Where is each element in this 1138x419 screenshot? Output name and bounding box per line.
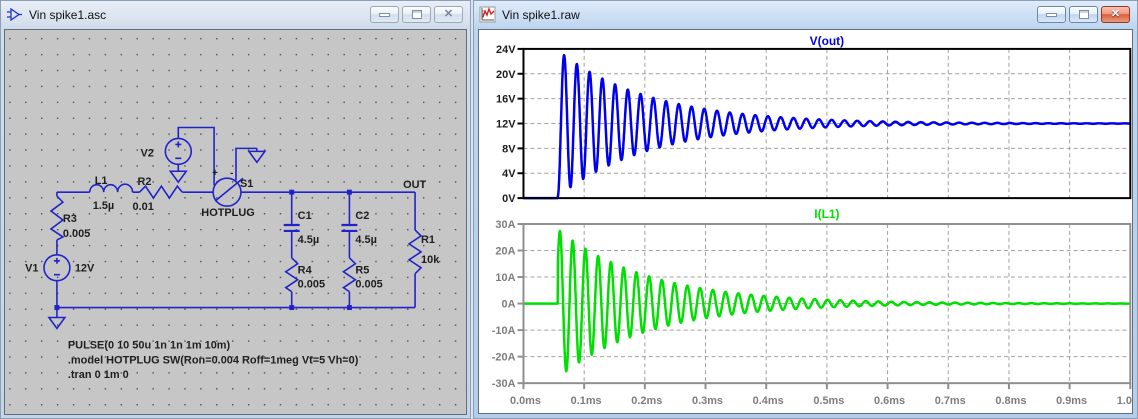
- switch-plus-mark: +: [212, 168, 218, 179]
- waveform-plot-area[interactable]: 24V 20V 16V 12V 8V 4V 0V V(out) 30A 20A 10A 0A -10A -…: [479, 30, 1132, 413]
- minimize-button[interactable]: [370, 6, 399, 23]
- x-tick-label: 0.1ms: [571, 395, 602, 407]
- x-tick-label: 1.0ms: [1117, 395, 1132, 407]
- value-C2: 4.5µ: [355, 234, 377, 246]
- label-S1: S1: [240, 178, 253, 190]
- y-tick-label: 10A: [495, 272, 515, 284]
- value-C1: 4.5µ: [298, 234, 320, 246]
- x-tick-label: 0.6ms: [874, 395, 905, 407]
- spice-directive-tran[interactable]: .tran 0 1m 0: [68, 369, 129, 381]
- y-tick-label: 30A: [495, 219, 515, 231]
- label-V1: V1: [25, 263, 38, 275]
- close-icon: ✕: [444, 9, 453, 20]
- y-tick-label: 20A: [495, 245, 515, 257]
- y-tick-label: -20A: [492, 352, 516, 364]
- restore-button[interactable]: [402, 6, 431, 23]
- minimize-button[interactable]: [1037, 6, 1066, 23]
- close-button[interactable]: ✕: [434, 6, 463, 23]
- y-tick-label: 0V: [502, 193, 516, 205]
- y-tick-label: 12V: [496, 118, 516, 130]
- waveform-window-titlebar[interactable]: Vin spike1.raw ✕: [474, 1, 1137, 28]
- label-R5: R5: [355, 265, 369, 277]
- x-tick-label: 0.0ms: [510, 395, 541, 407]
- y-tick-label: -30A: [492, 378, 516, 390]
- x-tick-label: 0.2ms: [631, 395, 662, 407]
- value-R5: 0.005: [355, 279, 382, 291]
- restore-icon: [1079, 10, 1089, 19]
- x-tick-label: 0.4ms: [753, 395, 784, 407]
- label-R4: R4: [298, 265, 313, 277]
- switch-minus-mark: -: [230, 168, 233, 179]
- x-tick-label: 0.9ms: [1056, 395, 1087, 407]
- value-R3: 0.005: [63, 228, 90, 240]
- label-R1: R1: [421, 234, 435, 246]
- waveform-file-icon: [479, 6, 496, 23]
- value-V1: 12V: [75, 263, 95, 275]
- close-icon: ✕: [1111, 9, 1120, 20]
- y-tick-label: 8V: [502, 143, 516, 155]
- label-L1: L1: [95, 175, 108, 187]
- x-tick-label: 0.7ms: [935, 395, 966, 407]
- label-R3: R3: [63, 213, 77, 225]
- restore-button[interactable]: [1069, 6, 1098, 23]
- spice-directive-model[interactable]: .model HOTPLUG SW(Ron=0.004 Roff=1meg Vt…: [68, 354, 359, 366]
- schematic-window-titlebar[interactable]: Vin spike1.asc ✕: [1, 1, 470, 28]
- y-tick-label: 4V: [502, 168, 516, 180]
- minimize-icon: [379, 13, 390, 17]
- minimize-icon: [1046, 13, 1057, 17]
- schematic-canvas[interactable]: R3 0.005 V1 12V L1 1.5µ R2 0.01 V2 + - S…: [5, 30, 466, 414]
- value-R1: 10k: [421, 254, 440, 266]
- label-C1: C1: [298, 210, 312, 222]
- trace-title[interactable]: V(out): [810, 34, 844, 48]
- window-title: Vin spike1.raw: [502, 8, 1037, 22]
- x-tick-label: 0.8ms: [995, 395, 1026, 407]
- value-R2: 0.01: [133, 201, 154, 213]
- trace-title[interactable]: I(L1): [814, 207, 839, 221]
- label-R2: R2: [138, 176, 152, 188]
- y-tick-label: 16V: [496, 94, 516, 106]
- value-R4: 0.005: [298, 279, 325, 291]
- restore-icon: [412, 10, 422, 19]
- waveform-window: Vin spike1.raw ✕ 24V 20V 16V 12V 8V 4V 0V V(out…: [473, 0, 1138, 419]
- ltspice-schematic-icon: [6, 6, 23, 23]
- x-tick-label: 0.3ms: [692, 395, 723, 407]
- label-C2: C2: [355, 210, 369, 222]
- y-tick-label: 0A: [502, 299, 516, 311]
- close-button[interactable]: ✕: [1101, 6, 1130, 23]
- y-tick-label: 20V: [496, 69, 516, 81]
- value-L1: 1.5µ: [93, 200, 115, 212]
- y-tick-label: -10A: [492, 325, 516, 337]
- x-tick-label: 0.5ms: [813, 395, 844, 407]
- value-S1-model: HOTPLUG: [201, 207, 254, 219]
- spice-directive-pulse[interactable]: PULSE(0 10 50u 1n 1n 1m 10m): [68, 339, 231, 351]
- schematic-window: Vin spike1.asc ✕: [0, 0, 471, 419]
- net-label-out: OUT: [403, 179, 426, 191]
- label-V2: V2: [140, 147, 153, 159]
- y-tick-label: 24V: [496, 44, 516, 56]
- window-title: Vin spike1.asc: [29, 8, 370, 22]
